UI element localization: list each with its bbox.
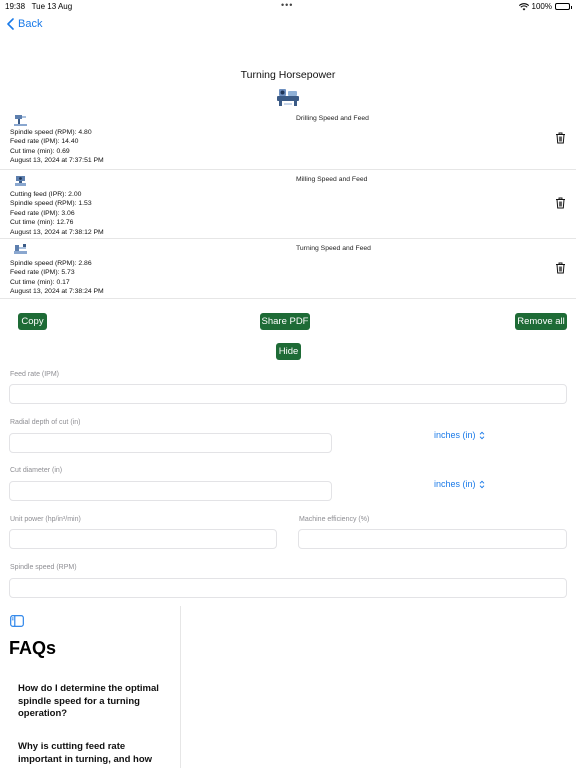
radial-depth-unit-picker[interactable]: inches (in) (434, 430, 485, 440)
history-item-details: Spindle speed (RPM): 2.86 Feed rate (IPM… (10, 260, 104, 296)
share-pdf-button[interactable]: Share PDF (260, 313, 310, 330)
status-bar: 19:38 Tue 13 Aug ••• 100% (0, 0, 576, 12)
sidebar-toggle-icon[interactable] (10, 615, 24, 627)
back-button[interactable]: Back (7, 18, 42, 30)
lathe-icon (14, 244, 27, 254)
lathe-machine-icon (277, 89, 299, 106)
trash-icon[interactable] (555, 262, 566, 274)
history-item-title: Turning Speed and Feed (296, 245, 371, 252)
remove-all-button[interactable]: Remove all (515, 313, 567, 330)
feed-rate-input[interactable] (9, 384, 567, 404)
wifi-icon (518, 2, 529, 10)
battery-icon (555, 3, 572, 10)
faq-heading: FAQs (9, 638, 57, 658)
history-item-details: Spindle speed (RPM): 4.80 Feed rate (IPM… (10, 129, 104, 165)
history-list: Drilling Speed and Feed Spindle speed (R… (0, 111, 576, 299)
cut-diameter-unit-picker[interactable]: inches (in) (434, 479, 485, 489)
hide-button[interactable]: Hide (276, 343, 301, 360)
history-item-title: Drilling Speed and Feed (296, 115, 369, 122)
milling-machine-icon (15, 176, 26, 186)
radial-depth-label: Radial depth of cut (in) (10, 419, 81, 426)
spindle-speed-input[interactable] (9, 578, 567, 598)
history-item-milling[interactable]: Milling Speed and Feed Cutting feed (IPR… (0, 170, 576, 239)
back-label: Back (18, 18, 43, 30)
cut-diameter-input[interactable] (9, 481, 332, 501)
faq-question[interactable]: How do I determine the optimal spindle s… (18, 683, 168, 721)
battery-percent: 100% (531, 2, 552, 11)
spindle-speed-label: Spindle speed (RPM) (10, 564, 77, 571)
chevron-up-down-icon (479, 480, 484, 488)
machine-efficiency-label: Machine efficiency (%) (299, 516, 370, 523)
history-item-title: Milling Speed and Feed (296, 176, 368, 183)
radial-depth-input[interactable] (9, 433, 332, 453)
split-divider (180, 606, 181, 768)
chevron-left-icon (7, 18, 14, 30)
history-item-turning[interactable]: Turning Speed and Feed Spindle speed (RP… (0, 239, 576, 299)
history-item-drilling[interactable]: Drilling Speed and Feed Spindle speed (R… (0, 111, 576, 170)
unit-power-input[interactable] (9, 529, 277, 549)
cut-diameter-label: Cut diameter (in) (10, 467, 63, 474)
faq-question[interactable]: Why is cutting feed rate important in tu… (18, 741, 168, 766)
page-title: Turning Horsepower (240, 69, 336, 81)
trash-icon[interactable] (555, 132, 566, 144)
status-time: 19:38 Tue 13 Aug (5, 2, 73, 11)
feed-rate-label: Feed rate (IPM) (10, 371, 60, 378)
drill-icon (14, 115, 27, 126)
copy-button[interactable]: Copy (18, 313, 47, 330)
trash-icon[interactable] (555, 197, 566, 209)
chevron-up-down-icon (479, 431, 484, 439)
multitasking-dots-icon[interactable]: ••• (281, 0, 293, 10)
machine-efficiency-input[interactable] (298, 529, 567, 549)
unit-power-label: Unit power (hp/in³/min) (10, 516, 81, 523)
history-item-details: Cutting feed (IPR): 2.00 Spindle speed (… (10, 191, 104, 236)
status-right: 100% (518, 2, 572, 11)
